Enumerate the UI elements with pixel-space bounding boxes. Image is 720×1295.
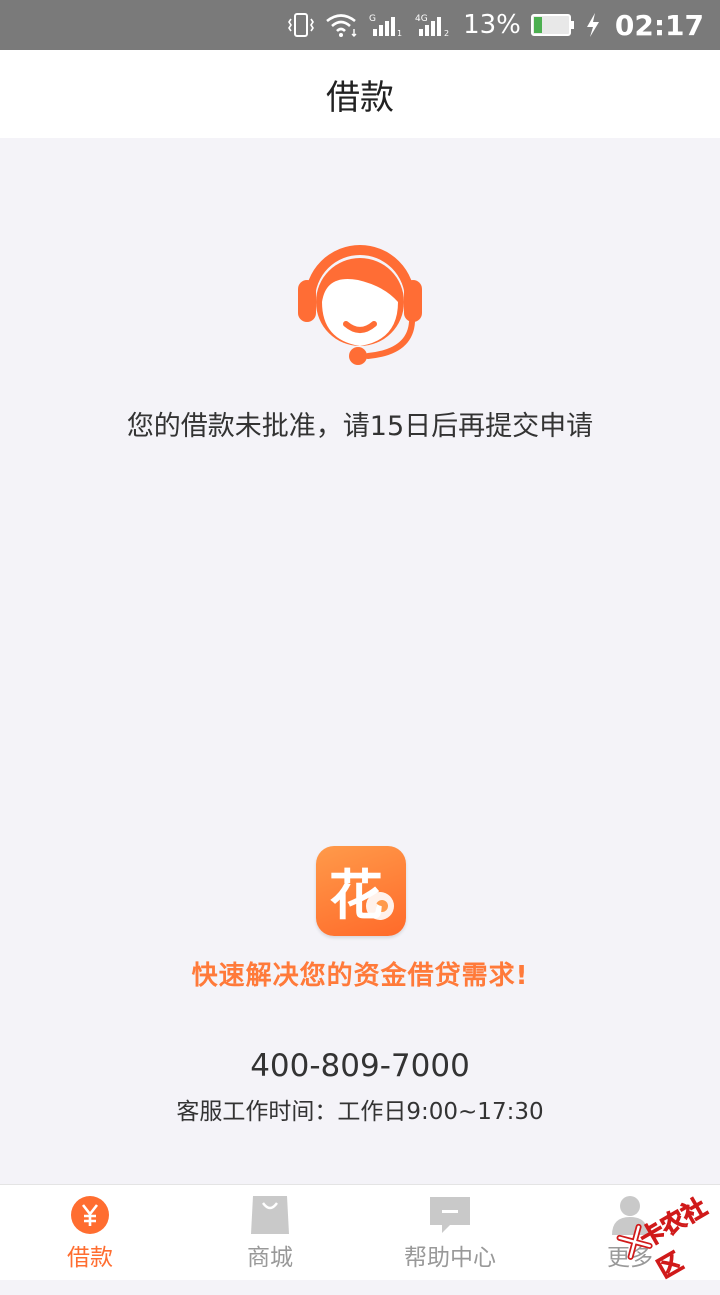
charging-icon xyxy=(586,13,599,37)
svg-text:2: 2 xyxy=(444,29,449,38)
svg-text:1: 1 xyxy=(397,29,402,38)
signal-2-label: 4G xyxy=(415,14,428,24)
signal-1-label: G xyxy=(369,14,376,24)
page-title: 借款 xyxy=(326,77,394,118)
service-phone[interactable]: 400-809-7000 xyxy=(0,1048,720,1084)
chat-bubble-icon xyxy=(430,1197,470,1233)
status-time: 02:17 xyxy=(614,8,704,42)
tab-mall-label: 商城 xyxy=(247,1245,293,1271)
signal-4g-icon: 4G 2 xyxy=(415,14,449,38)
logo-mark: 花 xyxy=(329,864,394,927)
status-bar: G 1 4G 2 13% 02:17 xyxy=(0,0,720,50)
tab-help-center-label: 帮助中心 xyxy=(404,1245,496,1271)
battery-icon xyxy=(530,14,574,36)
vibrate-icon xyxy=(288,13,315,37)
customer-service-icon xyxy=(298,245,422,365)
slogan: 快速解决您的资金借贷需求! xyxy=(191,961,529,991)
tab-loan[interactable]: 借款 xyxy=(0,1185,180,1281)
logo-character: 花 xyxy=(329,864,383,927)
tab-mall[interactable]: 商城 xyxy=(180,1185,360,1281)
service-hours: 客服工作时间：工作日9:00~17:30 xyxy=(176,1099,544,1125)
status-icons: G 1 4G 2 13% 02:17 xyxy=(287,0,704,50)
tab-loan-label: 借款 xyxy=(67,1245,113,1271)
yuan-icon xyxy=(71,1196,109,1234)
signal-icon: G 1 xyxy=(369,14,402,38)
wifi-icon xyxy=(326,14,357,37)
tab-help-center[interactable]: 帮助中心 xyxy=(360,1185,540,1281)
app-header: 借款 xyxy=(0,50,720,138)
app-logo: 花 xyxy=(316,846,406,936)
rejection-message: 您的借款未批准，请15日后再提交申请 xyxy=(126,411,594,442)
shopping-bag-icon xyxy=(251,1196,289,1234)
battery-percent: 13% xyxy=(463,10,521,40)
